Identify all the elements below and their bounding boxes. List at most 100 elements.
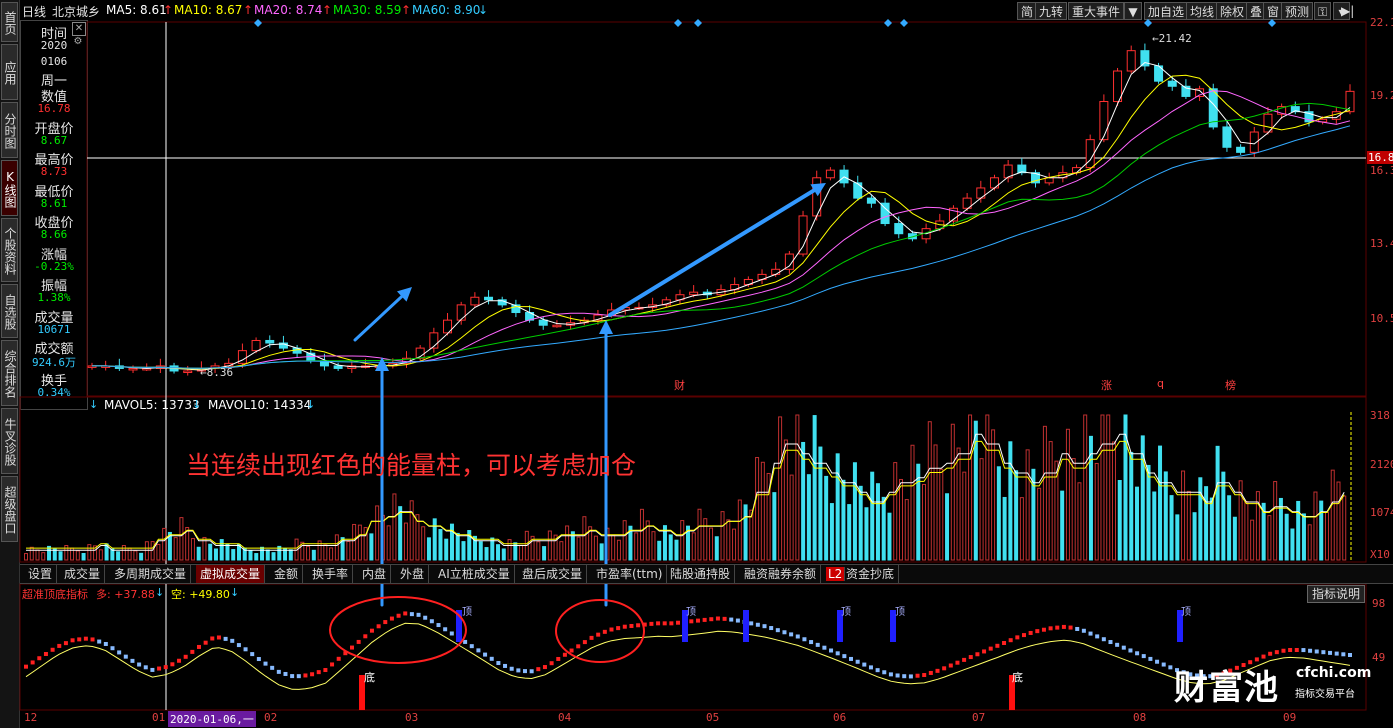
volume-bar bbox=[484, 547, 489, 561]
indicator-dot bbox=[203, 640, 208, 645]
high-label: ←21.42 bbox=[1152, 32, 1192, 45]
event-marker[interactable]: 涨 bbox=[1101, 377, 1112, 393]
volume-bar bbox=[599, 543, 604, 561]
event-marker[interactable]: 榜 bbox=[1225, 377, 1236, 393]
volume-bar bbox=[398, 506, 403, 561]
indicator-duo: 多: +37.88 bbox=[96, 588, 155, 601]
volume-bar bbox=[1111, 441, 1116, 561]
indicator-dot bbox=[882, 670, 887, 675]
volume-bar bbox=[1037, 487, 1042, 561]
crosshair-date-tag: 2020-01-06,一 bbox=[168, 711, 256, 727]
tab-volume[interactable]: 成交量 bbox=[60, 565, 106, 583]
indicator-dot bbox=[150, 667, 155, 672]
price-tick: 16.3 bbox=[1370, 164, 1393, 177]
indicator-dot bbox=[509, 666, 514, 671]
volume-bar bbox=[1129, 451, 1134, 561]
indicator-dot bbox=[363, 634, 368, 639]
event-diamond-icon bbox=[254, 19, 262, 27]
tab-bottom-fishing[interactable]: 资金抄底 bbox=[842, 565, 900, 583]
indicator-dot bbox=[862, 662, 867, 667]
volume-bar bbox=[311, 549, 316, 561]
volume-bar bbox=[87, 544, 92, 561]
volume-bar bbox=[1163, 471, 1168, 561]
event-diamond-icon bbox=[674, 19, 682, 27]
indicator-dot bbox=[57, 643, 62, 648]
indicator-dot bbox=[170, 662, 175, 667]
volume-bar bbox=[668, 534, 673, 561]
volume-bar bbox=[1342, 495, 1347, 561]
volume-bar bbox=[35, 549, 40, 561]
volume-bar bbox=[991, 429, 996, 561]
volume-bar bbox=[847, 504, 852, 561]
volume-bar bbox=[1146, 464, 1151, 561]
indicator-dot bbox=[1168, 665, 1173, 670]
candle-body bbox=[265, 339, 275, 344]
volume-bar bbox=[449, 523, 454, 561]
indicator-dot bbox=[389, 616, 394, 621]
indicator-dot bbox=[1108, 640, 1113, 645]
indicator-dot bbox=[702, 617, 707, 622]
volume-bar bbox=[1250, 519, 1255, 561]
candle-body bbox=[1222, 126, 1232, 148]
event-marker[interactable]: q bbox=[1157, 377, 1164, 390]
volume-bar bbox=[260, 546, 265, 561]
event-marker[interactable]: 财 bbox=[674, 377, 685, 393]
volume-bar bbox=[1324, 511, 1329, 561]
indicator-dot bbox=[822, 645, 827, 650]
tab-after-hours-volume[interactable]: 盘后成交量 bbox=[518, 565, 588, 583]
tab-ai-volume[interactable]: AI立桩成交量 bbox=[434, 565, 515, 583]
indicator-dot bbox=[689, 619, 694, 624]
tab-inner-volume[interactable]: 内盘 bbox=[358, 565, 392, 583]
indicator-help-button[interactable]: 指标说明 bbox=[1307, 585, 1366, 603]
tab-multi-period-volume[interactable]: 多周期成交量 bbox=[110, 565, 192, 583]
indicator-dot bbox=[310, 672, 315, 677]
tab-virtual-volume[interactable]: 虚拟成交量 bbox=[196, 565, 266, 583]
volume-bar bbox=[432, 518, 437, 561]
indicator-dot bbox=[476, 648, 481, 653]
volume-bar bbox=[478, 541, 483, 561]
indicator-dot bbox=[582, 640, 587, 645]
volume-bar bbox=[496, 544, 501, 561]
volume-bar bbox=[593, 535, 598, 561]
volume-bar bbox=[254, 553, 259, 561]
tab-turnover[interactable]: 换手率 bbox=[308, 565, 354, 583]
indicator-dot bbox=[216, 635, 221, 640]
bottom-signal-label: 底 bbox=[364, 671, 375, 684]
event-diamond-icon bbox=[884, 19, 892, 27]
indicator-dot bbox=[130, 658, 135, 663]
volume-bar bbox=[58, 551, 63, 561]
candle-body bbox=[771, 268, 781, 275]
tab-amount[interactable]: 金额 bbox=[270, 565, 304, 583]
indicator-dot bbox=[915, 673, 920, 678]
top-signal-label: 顶 bbox=[1181, 607, 1191, 618]
indicator-dot bbox=[1088, 631, 1093, 636]
volume-bar bbox=[709, 527, 714, 561]
top-signal-bar bbox=[743, 610, 749, 642]
tab-northbound-holding[interactable]: 陆股通持股 bbox=[666, 565, 736, 583]
volume-tick: 1074 bbox=[1370, 506, 1393, 519]
indicator-dot bbox=[449, 631, 454, 636]
tab-outer-volume[interactable]: 外盘 bbox=[396, 565, 430, 583]
tab-settings[interactable]: 设置 bbox=[24, 565, 58, 583]
volume-bar bbox=[179, 517, 184, 561]
indicator-dot bbox=[30, 660, 35, 665]
volume-bar bbox=[1169, 495, 1174, 561]
date-tick: 07 bbox=[972, 711, 986, 724]
volume-bar bbox=[1152, 491, 1157, 561]
volume-bar bbox=[875, 483, 880, 561]
indicator-dot bbox=[982, 649, 987, 654]
tab-margin-balance[interactable]: 融资融券余额 bbox=[740, 565, 822, 583]
volume-bar bbox=[1319, 500, 1324, 561]
price-tick: 19.2 bbox=[1370, 89, 1393, 102]
tab-pe-ttm[interactable]: 市盈率(ttm) bbox=[592, 565, 668, 583]
indicator-dot bbox=[1321, 650, 1326, 655]
volume-tick: X10 bbox=[1370, 548, 1390, 561]
volume-bar bbox=[691, 532, 696, 561]
indicator-dot bbox=[1015, 635, 1020, 640]
volume-bar bbox=[657, 540, 662, 561]
indicator-dot bbox=[1028, 630, 1033, 635]
indicator-dot bbox=[483, 652, 488, 657]
candle-body bbox=[251, 339, 261, 352]
indicator-dot bbox=[283, 671, 288, 676]
volume-bar bbox=[392, 493, 397, 561]
